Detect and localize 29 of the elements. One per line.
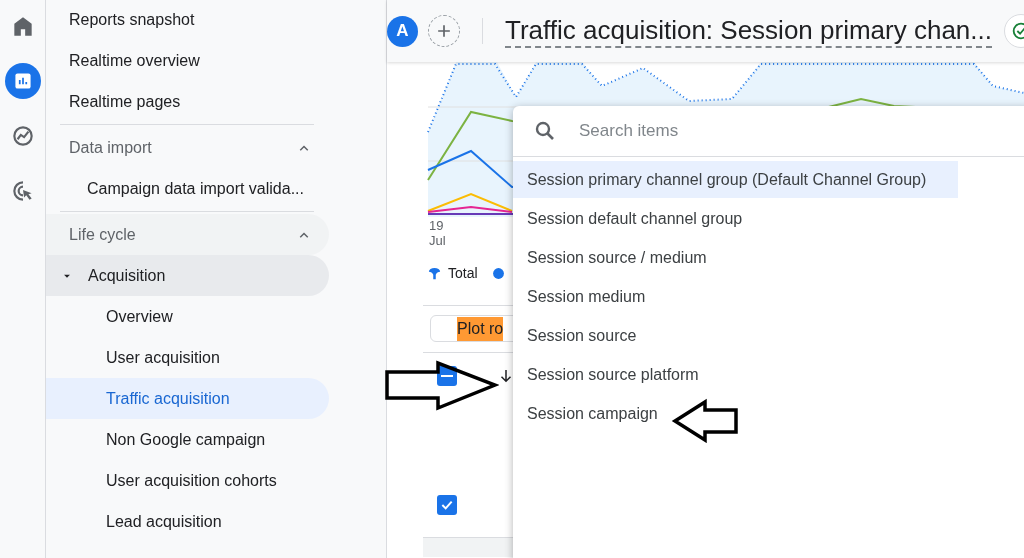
sidebar-item[interactable]: Non Google campaign — [46, 419, 329, 460]
sidebar-group-item[interactable]: Acquisition — [46, 255, 329, 296]
row-checkbox[interactable] — [437, 495, 457, 515]
bar-chart-icon[interactable] — [4, 63, 41, 99]
sidebar-item[interactable]: Campaign data import valida... — [46, 168, 329, 209]
sidebar-item[interactable]: Traffic acquisition — [46, 378, 329, 419]
sidebar-item[interactable]: User acquisition cohorts — [46, 460, 329, 501]
search-field[interactable]: Search items — [579, 118, 1024, 144]
menu-item[interactable]: Session campaign — [513, 395, 958, 432]
sidebar-item[interactable]: Lead acquisition — [46, 501, 329, 542]
section-label[interactable]: Life cycle — [69, 222, 136, 247]
sidebar-item[interactable]: Reports snapshot — [46, 0, 329, 40]
sidebar-item[interactable]: Realtime overview — [46, 40, 329, 81]
menu-item[interactable]: Session medium — [513, 278, 958, 315]
menu-item[interactable]: Session source / medium — [513, 239, 958, 276]
report-title: Traffic acquisition: Session primary chan... — [505, 14, 992, 48]
menu-item[interactable]: Session source platform — [513, 356, 958, 393]
avatar[interactable]: A — [387, 15, 418, 47]
menu-item[interactable]: Session primary channel group (Default Channel Group) — [513, 161, 958, 198]
legend-label: Total — [448, 263, 478, 283]
section-label[interactable]: Data import — [69, 135, 152, 160]
axis-label: 19 — [429, 218, 444, 233]
menu-item[interactable]: Session default channel group — [513, 200, 958, 237]
axis-label: Jul — [429, 233, 446, 248]
sidebar-item[interactable]: Overview — [46, 296, 329, 337]
annotation-arrow — [671, 398, 739, 443]
sidebar-item[interactable]: Realtime pages — [46, 81, 329, 122]
minus-icon — [441, 375, 453, 377]
sidebar-item[interactable]: User acquisition — [46, 337, 329, 378]
